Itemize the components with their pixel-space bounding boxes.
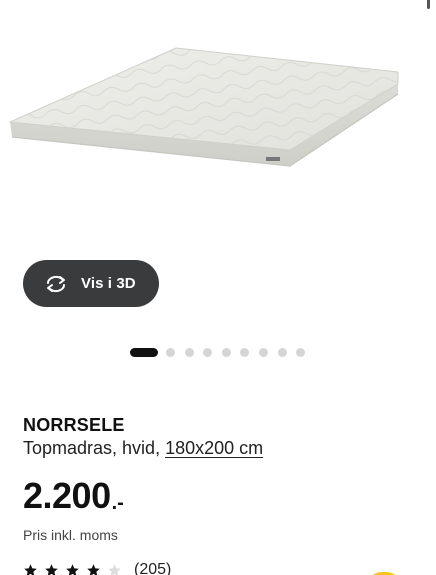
rotate-icon	[43, 274, 69, 294]
rating-count: (205)	[134, 561, 172, 575]
carousel-dot[interactable]	[240, 348, 250, 357]
carousel-dot[interactable]	[258, 348, 268, 357]
carousel-dot-active[interactable]	[130, 348, 158, 357]
star-full-icon	[66, 563, 79, 575]
star-full-icon	[45, 563, 58, 575]
carousel-dot[interactable]	[203, 348, 213, 357]
product-description: Topmadras, hvid, 180x200 cm	[23, 438, 263, 459]
carousel-indicator	[130, 348, 315, 357]
product-type: Topmadras, hvid,	[23, 438, 166, 458]
star-full-icon	[24, 563, 37, 575]
product-image[interactable]	[0, 0, 436, 300]
carousel-dot[interactable]	[166, 348, 175, 357]
view-3d-button[interactable]: Vis i 3D	[23, 260, 159, 307]
price-suffix: .-	[111, 492, 124, 514]
carousel-dot[interactable]	[184, 348, 194, 357]
carousel-dot[interactable]	[221, 348, 231, 357]
price-note: Pris inkl. moms	[23, 527, 118, 543]
star-full-icon	[87, 563, 100, 575]
carousel-dot[interactable]	[277, 348, 287, 357]
carousel-dot[interactable]	[296, 348, 306, 357]
star-empty-icon	[108, 563, 121, 575]
view-3d-label: Vis i 3D	[81, 275, 136, 292]
price: 2.200 .-	[23, 478, 124, 514]
product-name: NORRSELE	[23, 415, 125, 435]
rating[interactable]: (205)	[23, 561, 171, 575]
mattress-topper-image	[8, 47, 399, 167]
size-link[interactable]: 180x200 cm	[165, 438, 263, 458]
price-amount: 2.200	[23, 475, 111, 516]
